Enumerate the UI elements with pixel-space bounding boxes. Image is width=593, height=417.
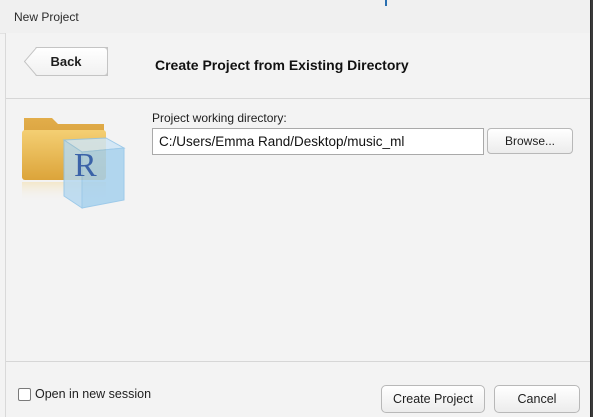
create-project-button[interactable]: Create Project bbox=[381, 385, 485, 413]
directory-label: Project working directory: bbox=[152, 111, 287, 125]
folder-icon-letter: R bbox=[74, 147, 97, 184]
title-bar: New Project bbox=[0, 0, 590, 34]
footer-divider bbox=[6, 361, 590, 362]
title-bar-accent bbox=[385, 0, 387, 6]
window-title: New Project bbox=[14, 10, 79, 24]
folder-r-icon: R bbox=[22, 118, 126, 209]
open-new-session-option[interactable]: Open in new session bbox=[18, 386, 151, 402]
browse-button[interactable]: Browse... bbox=[487, 128, 573, 154]
page-title: Create Project from Existing Directory bbox=[155, 57, 409, 73]
new-project-dialog: New Project Back Create Project from Exi… bbox=[0, 0, 591, 417]
directory-input[interactable] bbox=[152, 128, 484, 155]
open-new-session-label: Open in new session bbox=[35, 387, 152, 401]
back-button-label: Back bbox=[50, 54, 82, 69]
back-button[interactable]: Back bbox=[24, 47, 108, 76]
header-divider bbox=[6, 98, 590, 99]
open-new-session-checkbox[interactable] bbox=[18, 387, 31, 401]
cancel-button[interactable]: Cancel bbox=[494, 385, 580, 413]
